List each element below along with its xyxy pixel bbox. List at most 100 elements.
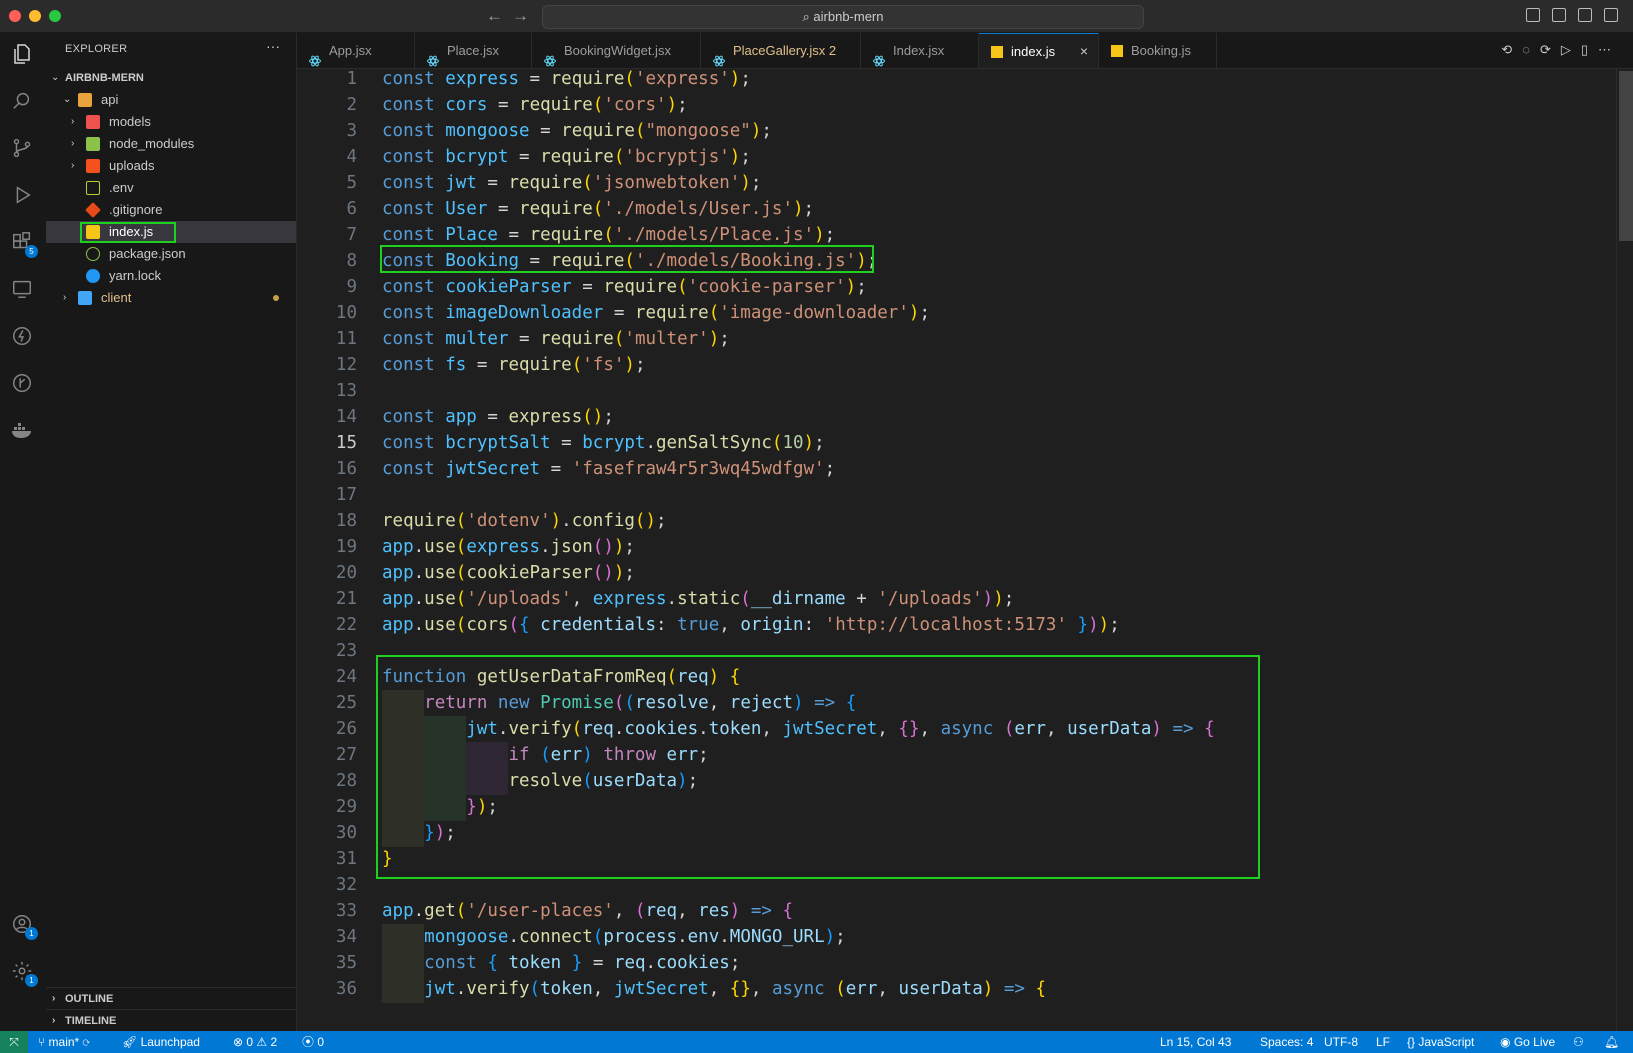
cursor-position[interactable]: Ln 15, Col 43 (1160, 1031, 1231, 1053)
tree-item-uploads[interactable]: › uploads (46, 155, 296, 177)
react-icon (544, 45, 556, 67)
maximize-window-button[interactable] (49, 10, 61, 22)
git-graph-icon[interactable] (9, 370, 35, 396)
tab-booking-js[interactable]: Booking.js (1099, 33, 1217, 68)
toggle-secondary-sidebar-icon[interactable] (1578, 8, 1592, 22)
tree-item-yarn-lock[interactable]: yarn.lock (46, 265, 296, 287)
source-control-icon[interactable] (9, 135, 35, 161)
command-center-search[interactable]: ⌕ airbnb-mern (542, 5, 1144, 29)
code-line[interactable]: 1 const express = require('express'); (297, 69, 1617, 93)
code-line[interactable]: 19 app.use(express.json()); (297, 534, 1617, 561)
forward-arrow-icon[interactable]: → (512, 6, 529, 26)
code-text: const cookieParser = require('cookie-par… (382, 277, 867, 297)
editor-scrollbar[interactable] (1616, 69, 1633, 1031)
indentation-status[interactable]: Spaces: 4 (1260, 1031, 1313, 1053)
folder-client-icon (78, 291, 92, 305)
explorer-more-icon[interactable]: ··· (266, 38, 280, 54)
line-number: 34 (335, 927, 357, 947)
tab-placegallery-jsx[interactable]: PlaceGallery.jsx 2 (701, 33, 861, 68)
go-back-icon[interactable]: ⟲ (1501, 42, 1522, 57)
problems-status[interactable]: ⊗ 0 ⚠ 2 (233, 1031, 277, 1053)
code-line[interactable]: 17 (297, 482, 1617, 509)
run-icon[interactable]: ▷ (1561, 42, 1581, 57)
code-line[interactable]: 10 const imageDownloader = require('image… (297, 300, 1617, 327)
close-window-button[interactable] (9, 10, 21, 22)
code-line[interactable]: 36 jwt.verify(token, jwtSecret, {}, asyn… (297, 976, 1617, 1003)
encoding-status[interactable]: UTF-8 (1324, 1031, 1358, 1053)
go-live-button[interactable]: ◉ Go Live (1500, 1031, 1555, 1053)
toggle-panel-icon[interactable] (1552, 8, 1566, 22)
code-text: const { token } = req.cookies; (424, 953, 741, 973)
split-editor-icon[interactable]: ▯ (1581, 42, 1598, 57)
code-line[interactable]: 12 const fs = require('fs'); (297, 352, 1617, 379)
launchpad-status[interactable]: 🚀︎ Launchpad (122, 1031, 200, 1053)
tree-item-models[interactable]: › models (46, 111, 296, 133)
eol-status[interactable]: LF (1376, 1031, 1390, 1053)
back-arrow-icon[interactable]: ← (486, 6, 503, 26)
tree-item-package-json[interactable]: package.json (46, 243, 296, 265)
customize-layout-icon[interactable] (1604, 8, 1618, 22)
tree-root-airbnb-mern[interactable]: ⌄ AIRBNB-MERN (46, 67, 296, 89)
thunder-client-icon[interactable] (9, 323, 35, 349)
tree-item-api[interactable]: ⌄ api (46, 89, 296, 111)
branch-status[interactable]: ⑂ main* ⟳ (38, 1031, 90, 1053)
tab-place-jsx[interactable]: Place.jsx (415, 33, 532, 68)
code-line[interactable]: 5 const jwt = require('jsonwebtoken'); (297, 170, 1617, 197)
code-line[interactable]: 3 const mongoose = require("mongoose"); (297, 118, 1617, 145)
outline-section[interactable]: › OUTLINE (46, 987, 296, 1010)
braces-icon: {} (1407, 1035, 1419, 1049)
compare-icon[interactable]: ◌ (1522, 42, 1540, 57)
code-line[interactable]: 6 const User = require('./models/User.js'… (297, 196, 1617, 223)
code-text: jwt.verify(token, jwtSecret, {}, async (… (424, 979, 1047, 999)
tree-item-node-modules[interactable]: › node_modules (46, 133, 296, 155)
code-line[interactable]: 34 mongoose.connect(process.env.MONGO_UR… (297, 924, 1617, 951)
tree-item-gitignore[interactable]: .gitignore (46, 199, 296, 221)
run-debug-icon[interactable] (9, 182, 35, 208)
minimize-window-button[interactable] (29, 10, 41, 22)
tab-app-jsx[interactable]: App.jsx (297, 33, 415, 68)
code-line[interactable]: 20 app.use(cookieParser()); (297, 560, 1617, 587)
tab-index-jsx[interactable]: Index.jsx (861, 33, 979, 68)
code-line[interactable]: 15 const bcryptSalt = bcrypt.genSaltSync(… (297, 430, 1617, 457)
remote-indicator-icon[interactable]: ⤧ (0, 1031, 28, 1053)
line-number: 10 (335, 303, 357, 323)
tab-bookingwidget-jsx[interactable]: BookingWidget.jsx (532, 33, 701, 68)
more-actions-icon[interactable]: ⋯ (1598, 42, 1621, 57)
settings-gear-icon[interactable]: 1 (9, 958, 38, 987)
code-line[interactable]: 22 app.use(cors({ credentials: true, orig… (297, 612, 1617, 639)
notifications-bell-icon[interactable]: 🔔︎ (1604, 1031, 1619, 1053)
tab-index-js[interactable]: index.js × (979, 33, 1099, 68)
accounts-icon[interactable]: 1 (9, 911, 38, 940)
rocket-icon: 🚀︎ (122, 1035, 141, 1049)
search-icon[interactable] (9, 88, 35, 114)
code-line[interactable]: 16 const jwtSecret = 'fasefraw4r5r3wq45wd… (297, 456, 1617, 483)
code-line[interactable]: 13 (297, 378, 1617, 405)
docker-icon[interactable] (9, 417, 35, 443)
code-line[interactable]: 9 const cookieParser = require('cookie-pa… (297, 274, 1617, 301)
copilot-icon[interactable]: ⚇ (1573, 1031, 1584, 1053)
language-mode[interactable]: {} JavaScript (1407, 1031, 1474, 1053)
react-icon (427, 45, 439, 67)
timeline-section[interactable]: › TIMELINE (46, 1009, 296, 1032)
scrollbar-thumb[interactable] (1619, 71, 1633, 241)
code-line[interactable]: 33 app.get('/user-places', (req, res) => … (297, 898, 1617, 925)
line-number: 15 (335, 433, 357, 453)
tree-item-client[interactable]: › client (46, 287, 296, 309)
close-tab-icon[interactable]: × (1080, 34, 1088, 69)
toggle-sidebar-icon[interactable] (1526, 8, 1540, 22)
tree-item-env[interactable]: .env (46, 177, 296, 199)
remote-explorer-icon[interactable] (9, 276, 35, 302)
explorer-files-icon[interactable] (9, 41, 35, 67)
extensions-icon[interactable]: 5 (9, 229, 38, 258)
code-line[interactable]: 4 const bcrypt = require('bcryptjs'); (297, 144, 1617, 171)
code-line[interactable]: 21 app.use('/uploads', express.static(__d… (297, 586, 1617, 613)
code-line[interactable]: 35 const { token } = req.cookies; (297, 950, 1617, 977)
code-line[interactable]: 18 require('dotenv').config(); (297, 508, 1617, 535)
code-editor[interactable]: 1 const express = require('express'); 2 con… (297, 69, 1617, 1031)
code-line[interactable]: 14 const app = express(); (297, 404, 1617, 431)
code-line[interactable]: 2 const cors = require('cors'); (297, 92, 1617, 119)
go-forward-icon[interactable]: ⟳ (1540, 42, 1561, 57)
code-line[interactable]: 11 const multer = require('multer'); (297, 326, 1617, 353)
line-number: 4 (346, 147, 357, 167)
ports-status[interactable]: ⦿ 0 (302, 1031, 324, 1053)
